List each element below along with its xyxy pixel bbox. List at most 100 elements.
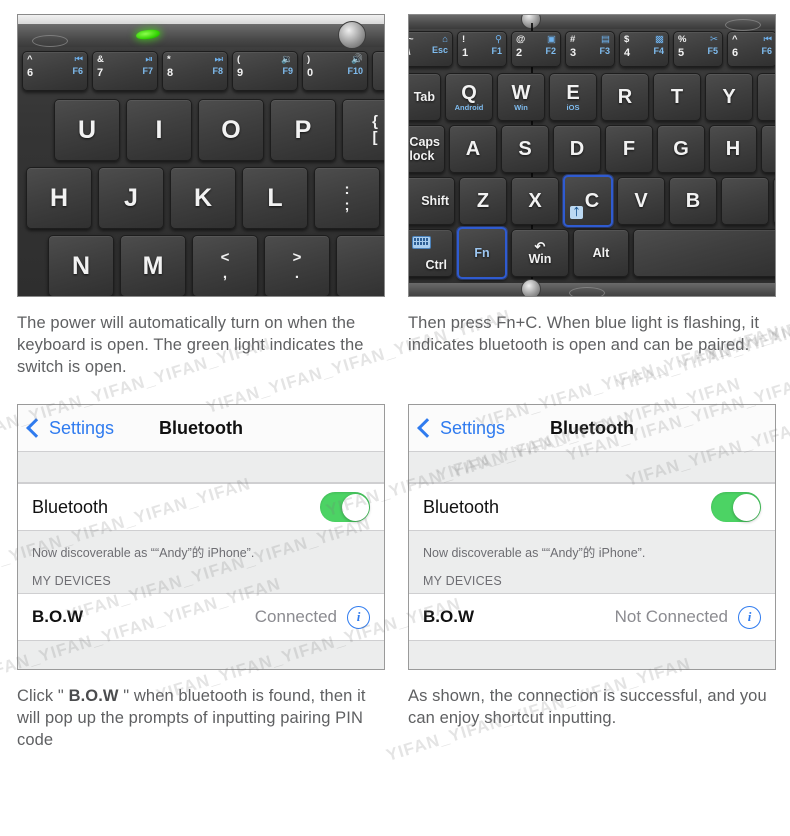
key-n[interactable]: N (48, 235, 114, 296)
key-period[interactable]: > . (264, 235, 330, 296)
key-f7[interactable]: & ⏯ 7 F7 (92, 51, 158, 91)
device-row-bow[interactable]: B.O.W Not Connected i (409, 593, 775, 641)
info-icon[interactable]: i (738, 605, 761, 629)
key-f6[interactable]: ^ ⏮ 6 F6 (727, 31, 775, 67)
key-letter: Q (461, 81, 477, 104)
key-label: H (49, 183, 69, 212)
key-label: Caps lock (409, 135, 440, 164)
key-u[interactable]: U (54, 99, 120, 161)
info-icon[interactable]: i (347, 605, 370, 629)
key-o[interactable]: O (198, 99, 264, 161)
key-label: E iOS (566, 82, 579, 112)
key-a[interactable]: A (449, 125, 497, 173)
key-h[interactable]: H (26, 167, 92, 229)
key-label: D (569, 137, 585, 160)
key-j[interactable] (761, 125, 775, 173)
key-label: X (528, 189, 542, 212)
bluetooth-icon: ᛏ (570, 206, 583, 219)
key-u[interactable] (757, 73, 775, 121)
key-i[interactable]: I (126, 99, 192, 161)
tablet-edge (18, 15, 384, 25)
caption-step-1: The power will automatically turn on whe… (17, 314, 364, 376)
key-f3[interactable]: # ▤ 3 F3 (565, 31, 615, 67)
key-e[interactable]: E iOS (549, 73, 597, 121)
key-s[interactable]: S (501, 125, 549, 173)
key-f5[interactable]: % ✂ 5 F5 (673, 31, 723, 67)
bluetooth-toggle-row[interactable]: Bluetooth (18, 483, 384, 531)
home-icon: ⌂ (442, 34, 448, 45)
key-slash[interactable] (336, 235, 384, 296)
keyboard-icon (412, 236, 431, 249)
key-l[interactable]: L (242, 167, 308, 229)
key-p[interactable]: P (270, 99, 336, 161)
key-symbol: ) (307, 54, 311, 65)
key-f2[interactable]: @ ▣ 2 F2 (511, 31, 561, 67)
key-f[interactable]: F (605, 125, 653, 173)
key-q[interactable]: Q Android (445, 73, 493, 121)
key-f8[interactable]: * ⏭ 8 F8 (162, 51, 228, 91)
key-symbol-lower: . (294, 265, 300, 282)
key-f4[interactable]: $ ▩ 4 F4 (619, 31, 669, 67)
key-tab[interactable]: Tab (409, 73, 441, 121)
bluetooth-toggle-switch[interactable] (711, 492, 761, 522)
key-v[interactable]: V (617, 177, 665, 225)
key-fn-label: F10 (347, 66, 363, 76)
back-label: Settings (440, 417, 506, 438)
key-z[interactable]: Z (459, 177, 507, 225)
key-n[interactable] (721, 177, 769, 225)
key-fn-highlighted[interactable]: Fn (457, 227, 507, 279)
key-d[interactable]: D (553, 125, 601, 173)
key-h[interactable]: H (709, 125, 757, 173)
key-f6[interactable]: ^ ⏮ 6 F6 (22, 51, 88, 91)
caption-step-2: Then press Fn+C. When blue light is flas… (408, 314, 760, 354)
key-fn-label: F3 (599, 46, 610, 56)
key-esc[interactable]: ~ ⌂ \ Esc (409, 31, 453, 67)
key-f1[interactable]: ! ⚲ 1 F1 (457, 31, 507, 67)
key-comma[interactable]: < , (192, 235, 258, 296)
key-label: > . (293, 249, 302, 283)
key-k[interactable]: K (170, 167, 236, 229)
key-number: 7 (97, 66, 104, 79)
back-to-settings-button[interactable]: Settings (26, 418, 114, 439)
capslock-line2: lock (409, 149, 435, 163)
key-capslock[interactable]: Caps lock (409, 125, 445, 173)
key-f11[interactable] (372, 51, 384, 91)
key-x[interactable]: X (511, 177, 559, 225)
key-f9[interactable]: (🔉 9 F9 (232, 51, 298, 91)
key-c-highlighted[interactable]: C ᛏ (563, 175, 613, 227)
key-y[interactable]: Y (705, 73, 753, 121)
back-to-settings-button[interactable]: Settings (417, 417, 506, 439)
device-row-bow[interactable]: B.O.W Connected i (18, 593, 384, 641)
key-space[interactable] (633, 229, 775, 277)
key-ctrl[interactable]: Ctrl (409, 229, 453, 277)
key-symbol: ( (237, 54, 241, 65)
key-m[interactable] (773, 177, 775, 225)
info-glyph: i (747, 609, 752, 624)
key-fn-label: F6 (72, 66, 83, 76)
key-alt[interactable]: Alt (573, 229, 629, 277)
search-icon: ⚲ (495, 34, 502, 45)
key-w[interactable]: W Win (497, 73, 545, 121)
key-number: 6 (27, 66, 34, 79)
key-symbol-lower: [ (372, 129, 378, 146)
key-b[interactable]: B (669, 177, 717, 225)
keyboard-body: ~ ⌂ \ Esc ! ⚲ 1 F1 @ ▣ 2 F2 # ▤ 3 F3 $ ▩ 4 F4 (409, 15, 775, 296)
key-bracket-left[interactable]: { [ (342, 99, 384, 161)
key-m[interactable]: M (120, 235, 186, 296)
instruction-grid: ^ ⏮ 6 F6 & ⏯ 7 F7 * ⏭ 8 F8 (🔉 9 F9 ) 🔊 0 F10 (0, 0, 790, 836)
key-fn-label: F9 (282, 66, 293, 76)
key-shift[interactable]: Shift (409, 177, 455, 225)
key-f10[interactable]: ) 🔊 0 F10 (302, 51, 368, 91)
key-j[interactable]: J (98, 167, 164, 229)
key-g[interactable]: G (657, 125, 705, 173)
key-label: F (622, 137, 636, 160)
bluetooth-toggle-switch[interactable] (320, 492, 370, 522)
key-t[interactable]: T (653, 73, 701, 121)
next-track-icon: ⏭ (214, 54, 223, 65)
bluetooth-toggle-row[interactable]: Bluetooth (409, 483, 775, 531)
panel-step-3: Settings Bluetooth Bluetooth Now discove… (17, 404, 385, 752)
key-r[interactable]: R (601, 73, 649, 121)
key-win[interactable]: ↶ Win (511, 229, 569, 277)
key-semicolon[interactable]: : ; (314, 167, 380, 229)
discoverable-note: Now discoverable as ““Andy”的 iPhone”. (409, 531, 775, 564)
